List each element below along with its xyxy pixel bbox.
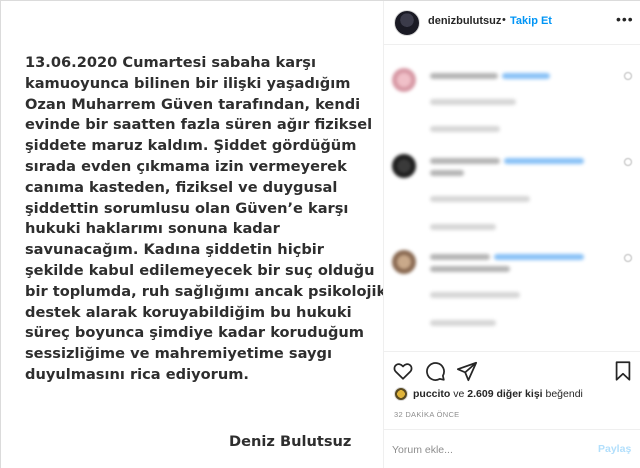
statement-line: hukuki haklarımı sonuna kadar	[25, 220, 280, 238]
liker-username[interactable]: puccito	[413, 388, 450, 400]
blurred-replies	[430, 320, 496, 326]
comment-icon[interactable]	[424, 360, 446, 382]
likes-count-link[interactable]: 2.609 diğer kişi	[467, 388, 542, 400]
comment-like-icon[interactable]	[624, 254, 632, 262]
blurred-comment-meta	[430, 99, 516, 105]
instagram-post: 13.06.2020 Cumartesi sabaha karşı kamuoy…	[0, 0, 640, 468]
statement-line: duyulmasını rica ediyorum.	[25, 365, 249, 383]
liker-avatar[interactable]	[394, 387, 408, 401]
comment-avatar[interactable]	[392, 250, 416, 274]
blurred-comment-text	[504, 158, 584, 164]
statement-line: evinde bir saatten fazla süren ağır fizi…	[25, 116, 373, 134]
likes-suffix: beğendi	[542, 388, 583, 400]
statement-line: şiddettin sorumlusu olan Güven’e karşı	[25, 199, 349, 217]
blurred-comment-text	[494, 254, 584, 260]
blurred-comment-text	[430, 158, 500, 164]
more-icon[interactable]: •••	[616, 11, 634, 27]
blurred-comment-text	[430, 266, 510, 272]
action-bar	[384, 351, 640, 387]
blurred-comment-text	[430, 254, 490, 260]
statement-line: savunacağım. Kadına şiddetin hiçbir	[25, 241, 324, 259]
comment-like-icon[interactable]	[624, 158, 632, 166]
statement-text: 13.06.2020 Cumartesi sabaha karşı kamuoy…	[25, 53, 387, 386]
comment-form: Paylaş	[384, 429, 640, 468]
likes-summary[interactable]: puccito ve 2.609 diğer kişi beğendi	[394, 387, 638, 403]
bookmark-icon[interactable]	[612, 360, 634, 382]
blurred-comment-text	[430, 73, 498, 79]
blurred-comment-text	[430, 170, 464, 176]
statement-line: sessizliğime ve mahremiyetime saygı	[25, 345, 332, 363]
separator-dot: •	[502, 14, 506, 26]
comments-list[interactable]	[384, 46, 640, 351]
avatar[interactable]	[394, 10, 420, 36]
username-link[interactable]: denizbulutsuz	[428, 15, 501, 27]
comment-input[interactable]	[392, 442, 582, 458]
statement-line: canıma kasteden, fiziksel ve duygusal	[25, 178, 338, 196]
statement-line: destek alarak koruyabildiğim bu hukuki	[25, 303, 352, 321]
likes-connector: ve	[450, 388, 468, 400]
statement-line: süreç boyunca şimdiye kadar koruduğum	[25, 324, 365, 342]
blurred-comment-meta	[430, 292, 520, 298]
blurred-comment-meta	[430, 196, 530, 202]
comment-avatar[interactable]	[392, 68, 416, 92]
statement-line: Ozan Muharrem Güven tarafından, kendi	[25, 95, 361, 113]
blurred-replies	[430, 126, 500, 132]
statement-line: sırada evden çıkmama izin vermeyerek	[25, 157, 347, 175]
follow-button[interactable]: Takip Et	[510, 15, 552, 27]
post-sidebar: denizbulutsuz • Takip Et ••• puccito ve …	[383, 1, 640, 468]
statement-line: 13.06.2020 Cumartesi sabaha karşı	[25, 54, 316, 71]
statement-line: kamuoyunca bilinen bir ilişki yaşadığım	[25, 74, 351, 92]
post-comment-button[interactable]: Paylaş	[598, 443, 631, 455]
statement-line: bir toplumda, ruh sağlığımı ancak psikol…	[25, 282, 387, 300]
share-icon[interactable]	[456, 360, 478, 382]
heart-icon[interactable]	[392, 360, 414, 382]
post-timestamp[interactable]: 32 DAKİKA ÖNCE	[394, 410, 459, 419]
blurred-comment-text	[502, 73, 550, 79]
signature: Deniz Bulutsuz	[229, 433, 352, 450]
comment-avatar[interactable]	[392, 154, 416, 178]
comment-like-icon[interactable]	[624, 72, 632, 80]
post-header: denizbulutsuz • Takip Et •••	[384, 1, 640, 45]
post-image[interactable]: 13.06.2020 Cumartesi sabaha karşı kamuoy…	[1, 1, 387, 468]
likes-text: puccito ve 2.609 diğer kişi beğendi	[413, 388, 583, 400]
blurred-replies	[430, 224, 496, 230]
statement-line: şiddete maruz kaldım. Şiddet gördüğüm	[25, 137, 357, 155]
statement-line: şekilde kabul edilemeyecek bir suç olduğ…	[25, 261, 375, 279]
